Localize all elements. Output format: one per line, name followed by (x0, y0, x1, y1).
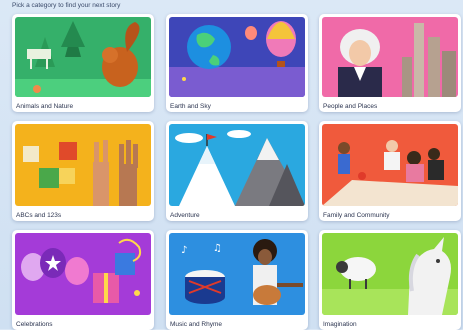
mountain-flag-illustration-icon (169, 124, 305, 206)
category-card-people-and-places[interactable]: People and Places (319, 14, 461, 112)
category-label: Celebrations (16, 321, 53, 328)
drum-guitar-illustration-icon: ♪ ♫ (169, 233, 305, 315)
category-card-music-and-rhyme[interactable]: ♪ ♫ Music and Rhyme (166, 230, 308, 330)
globe-balloon-illustration-icon (169, 17, 305, 97)
category-label: Adventure (170, 212, 200, 219)
category-label: Earth and Sky (170, 103, 211, 110)
category-label: Imagination (323, 321, 357, 328)
blocks-fingers-illustration-icon (15, 124, 151, 206)
category-label: Family and Community (323, 212, 390, 219)
category-label: Animals and Nature (16, 103, 74, 110)
portrait-city-illustration-icon (322, 17, 458, 97)
sheep-unicorn-illustration-icon (322, 233, 458, 315)
category-card-family-and-community[interactable]: Family and Community (319, 121, 461, 221)
category-label: ABCs and 123s (16, 212, 62, 219)
category-card-animals-and-nature[interactable]: Animals and Nature (12, 14, 154, 112)
family-picnic-illustration-icon (322, 124, 458, 206)
category-card-celebrations[interactable]: Celebrations (12, 230, 154, 330)
category-card-imagination[interactable]: Imagination (319, 230, 461, 330)
category-card-earth-and-sky[interactable]: Earth and Sky (166, 14, 308, 112)
balloons-gift-illustration-icon (15, 233, 151, 315)
squirrel-forest-illustration-icon (15, 17, 151, 97)
svg-text:♪: ♪ (181, 245, 187, 256)
category-grid: Animals and Nature Earth and Sky People … (0, 0, 463, 330)
category-card-abcs-and-123s[interactable]: ABCs and 123s (12, 121, 154, 221)
category-label: Music and Rhyme (170, 321, 223, 328)
category-card-adventure[interactable]: Adventure (166, 121, 308, 221)
svg-text:♫: ♫ (213, 243, 222, 254)
category-label: People and Places (323, 103, 378, 110)
